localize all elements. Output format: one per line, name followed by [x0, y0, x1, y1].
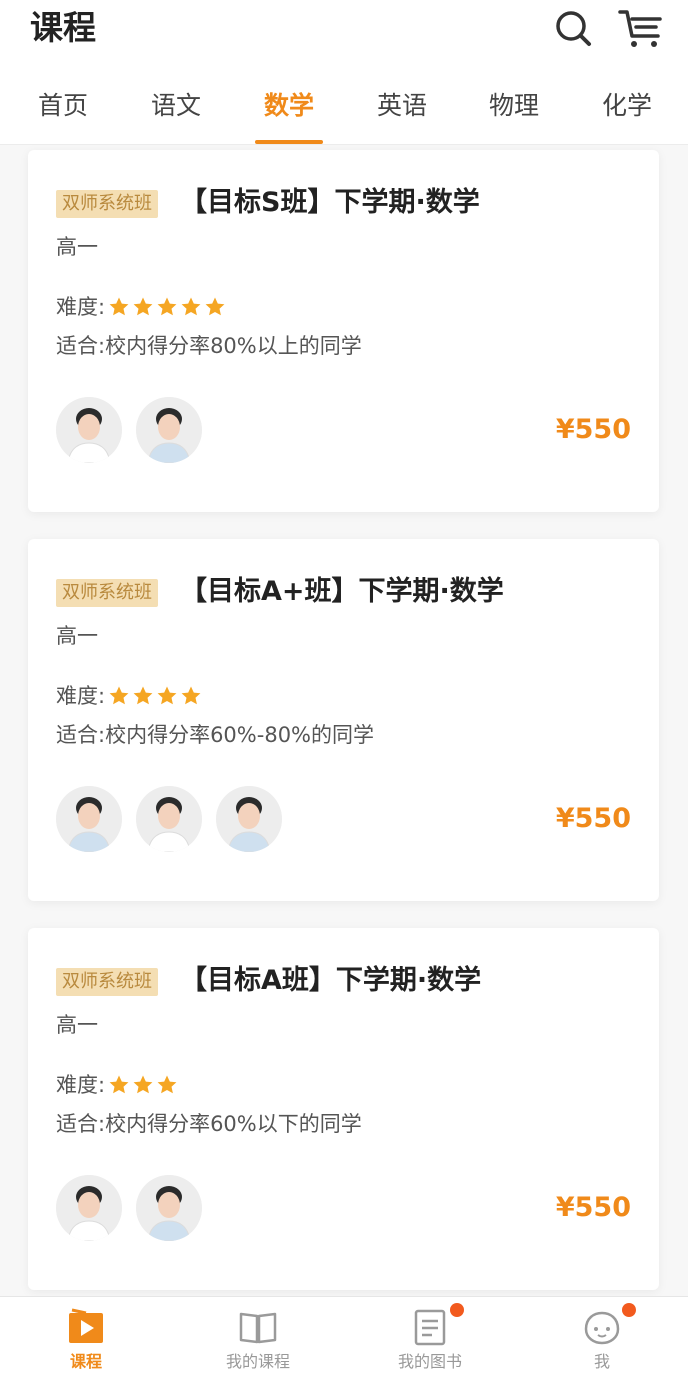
tab-5[interactable]: 化学 — [577, 78, 677, 144]
star-icon — [157, 1075, 177, 1094]
nav-label: 我的图书 — [397, 1352, 462, 1371]
star-icon — [157, 297, 177, 316]
price: ¥550 — [555, 1192, 631, 1223]
bottom-navigation: 课程 我的课程 我的图书 我 — [0, 1296, 688, 1377]
nav-item-1[interactable]: 我的课程 — [172, 1297, 344, 1377]
difficulty-stars — [107, 685, 203, 707]
person-icon — [136, 786, 202, 852]
search-icon — [556, 11, 591, 46]
star-icon — [133, 1075, 153, 1094]
nav-label: 我的课程 — [225, 1352, 290, 1371]
course-card[interactable]: 双师系统班 【目标A班】下学期·数学高一难度: 适合:校内得分率60%以下的同学 ¥5… — [28, 928, 659, 1290]
person-icon — [136, 397, 202, 463]
star-icon — [109, 686, 129, 705]
tab-1[interactable]: 语文 — [126, 78, 226, 144]
suitable-text: 适合:校内得分率80%以上的同学 — [56, 334, 362, 358]
difficulty-stars — [107, 1074, 179, 1096]
person-icon — [56, 1175, 122, 1241]
teacher-avatar[interactable] — [56, 786, 122, 852]
course-title: 【目标S班】下学期·数学 — [180, 187, 480, 218]
course-title: 【目标A班】下学期·数学 — [180, 965, 482, 996]
nav-item-2[interactable]: 我的图书 — [344, 1297, 516, 1377]
star-icon — [181, 297, 201, 316]
cart-button[interactable] — [618, 6, 662, 50]
course-title: 【目标A+班】下学期·数学 — [180, 576, 504, 607]
teacher-avatar[interactable] — [216, 786, 282, 852]
star-icon — [157, 686, 177, 705]
notebook-icon — [414, 1309, 446, 1346]
teacher-avatars — [56, 397, 216, 463]
grade-label: 高一 — [56, 1013, 98, 1037]
subject-tabs: 首页 语文 数学 英语 物理 化学 — [0, 78, 688, 144]
star-icon — [109, 1075, 129, 1094]
teacher-avatar[interactable] — [56, 397, 122, 463]
teacher-avatar[interactable] — [136, 1175, 202, 1241]
price: ¥550 — [555, 803, 631, 834]
suitable-text: 适合:校内得分率60%-80%的同学 — [56, 723, 375, 747]
nav-item-0[interactable]: 课程 — [0, 1297, 172, 1377]
difficulty-label: 难度: — [56, 684, 106, 708]
star-icon — [133, 297, 153, 316]
notification-dot — [622, 1303, 636, 1317]
teacher-avatars — [56, 786, 296, 852]
teacher-avatars — [56, 1175, 216, 1241]
grade-label: 高一 — [56, 624, 98, 648]
star-icon — [205, 297, 225, 316]
book-open-icon — [239, 1312, 277, 1344]
tab-0[interactable]: 首页 — [13, 78, 113, 144]
person-icon — [56, 397, 122, 463]
class-type-badge: 双师系统班 — [56, 968, 158, 996]
person-icon — [216, 786, 282, 852]
notification-dot — [450, 1303, 464, 1317]
suitable-text: 适合:校内得分率60%以下的同学 — [56, 1112, 362, 1136]
nav-label: 课程 — [69, 1352, 102, 1371]
star-icon — [109, 297, 129, 316]
difficulty-label: 难度: — [56, 1073, 106, 1097]
course-card[interactable]: 双师系统班 【目标S班】下学期·数学高一难度: 适合:校内得分率80%以上的同学 ¥5… — [28, 150, 659, 512]
teacher-avatar[interactable] — [56, 1175, 122, 1241]
person-icon — [136, 1175, 202, 1241]
star-icon — [181, 686, 201, 705]
profile-face-icon — [584, 1311, 620, 1345]
class-type-badge: 双师系统班 — [56, 579, 158, 607]
tab-3[interactable]: 英语 — [352, 78, 452, 144]
nav-label: 我 — [593, 1352, 610, 1371]
difficulty-stars — [107, 296, 227, 318]
tab-2[interactable]: 数学 — [239, 78, 339, 144]
page-title: 课程 — [30, 8, 96, 47]
nav-item-3[interactable]: 我 — [516, 1297, 688, 1377]
teacher-avatar[interactable] — [136, 786, 202, 852]
cart-icon — [618, 10, 662, 47]
play-icon — [69, 1308, 103, 1343]
difficulty-row: 难度: — [56, 1070, 179, 1100]
difficulty-row: 难度: — [56, 292, 227, 322]
class-type-badge: 双师系统班 — [56, 190, 158, 218]
search-button[interactable] — [552, 6, 596, 50]
app-header: 课程 首页 语文 数学 英语 物理 化学 — [0, 0, 688, 145]
person-icon — [56, 786, 122, 852]
price: ¥550 — [555, 414, 631, 445]
teacher-avatar[interactable] — [136, 397, 202, 463]
course-card[interactable]: 双师系统班 【目标A+班】下学期·数学高一难度: 适合:校内得分率60%-80%的同… — [28, 539, 659, 901]
difficulty-label: 难度: — [56, 295, 106, 319]
star-icon — [133, 686, 153, 705]
difficulty-row: 难度: — [56, 681, 203, 711]
grade-label: 高一 — [56, 235, 98, 259]
tab-4[interactable]: 物理 — [464, 78, 564, 144]
